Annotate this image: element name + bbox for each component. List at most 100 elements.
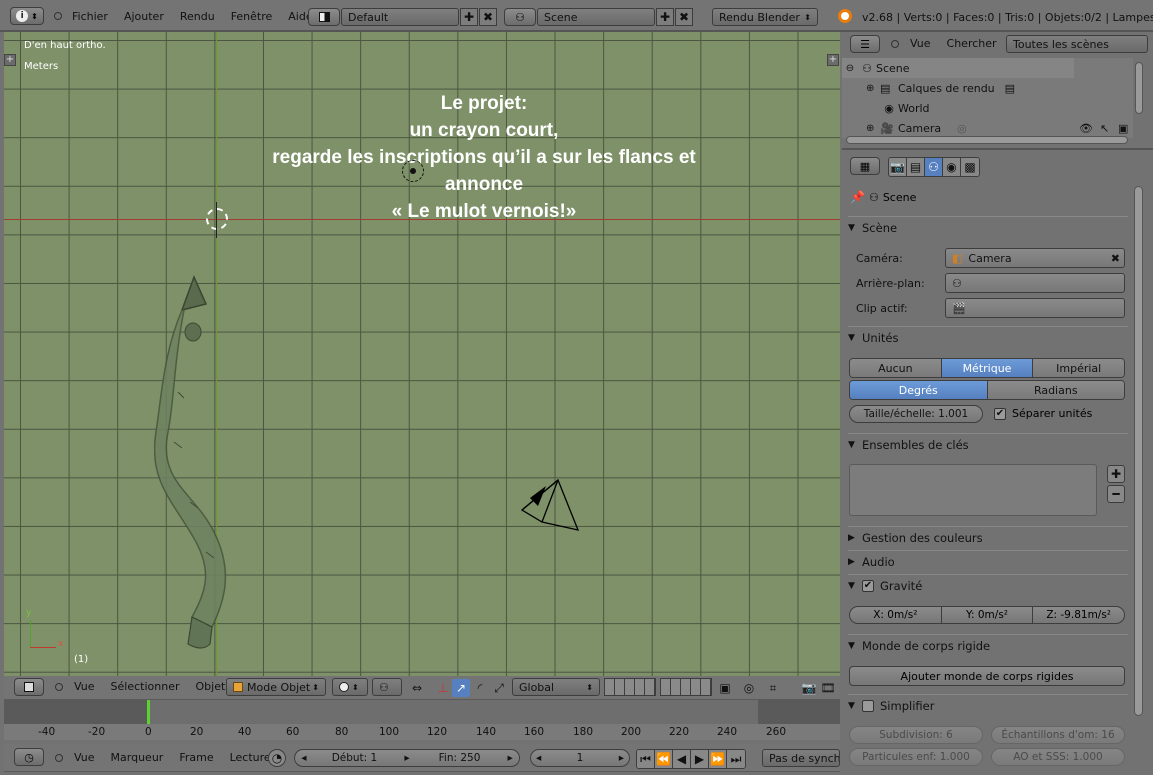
collapse-icon[interactable]: ⊖ [842, 63, 858, 74]
transform-orientation-select[interactable]: Global ⬍ [512, 678, 600, 696]
menu-view[interactable]: Vue [902, 33, 939, 55]
sync-mode-select[interactable]: Pas de synchro [762, 749, 840, 767]
3d-cursor[interactable] [206, 208, 228, 230]
menu-marker[interactable]: Marqueur [103, 747, 172, 769]
unit-system-toggle[interactable]: Aucun Métrique Impérial [849, 358, 1125, 378]
layer-buttons-group-1[interactable] [604, 678, 656, 696]
tree-item-world[interactable]: ◉ World [880, 98, 929, 118]
decrement-icon[interactable]: ◂ [536, 752, 541, 764]
collapse-menus-icon[interactable] [55, 754, 63, 762]
scene-tab-icon[interactable]: ⚇ [925, 158, 943, 176]
panel-header-keying-sets[interactable]: ▼ Ensembles de clés [848, 433, 1128, 455]
render-tab-icon[interactable]: 📷 [889, 158, 907, 176]
gravity-y-field[interactable]: Y: 0m/s² [942, 607, 1034, 623]
menu-window[interactable]: Fenêtre [223, 6, 281, 28]
prev-keyframe-icon[interactable]: ⏪ [655, 750, 673, 768]
preview-range-icon[interactable]: ◔ [268, 749, 286, 767]
close-layout-icon[interactable]: ✖ [479, 8, 497, 26]
rotation-units-toggle[interactable]: Degrés Radians [849, 380, 1125, 400]
background-scene-field[interactable]: ⚇ [945, 273, 1125, 293]
visibility-eye-icon[interactable]: 👁 [1079, 122, 1093, 135]
proportional-edit-icon[interactable]: ◎ [740, 679, 758, 697]
outliner-scrollbar-vertical[interactable] [1135, 62, 1143, 114]
properties-shelf-toggle[interactable]: + [827, 54, 839, 66]
manipulator-toggle-icon[interactable]: ⇔ [408, 679, 426, 697]
translate-manipulator-icon[interactable]: ⊥ [434, 679, 452, 697]
decrement-icon[interactable]: ◂ [295, 752, 313, 764]
unit-scale-field[interactable]: Taille/échelle: 1.001 [849, 405, 983, 423]
menu-select[interactable]: Sélectionner [103, 676, 188, 698]
collapse-menus-icon[interactable] [54, 12, 62, 20]
rotate-manipulator-icon[interactable]: ◜ [471, 679, 489, 697]
selectable-arrow-icon[interactable]: ↖ [1100, 122, 1109, 135]
panel-header-gravity[interactable]: ▼ ✔ Gravité [848, 574, 1128, 596]
camera-field[interactable]: ◧ Camera ✖ [945, 248, 1125, 268]
lamp-object[interactable] [402, 160, 424, 182]
expand-icon[interactable]: ⊕ [866, 83, 880, 94]
tree-item-render-layers[interactable]: ⊕ ▤ Calques de rendu ▤ [866, 78, 1015, 98]
menu-render[interactable]: Rendu [172, 6, 223, 28]
menu-view[interactable]: Vue [66, 676, 103, 698]
outliner-scrollbar-horizontal[interactable] [846, 136, 1128, 144]
camera-object[interactable] [520, 478, 586, 538]
outliner-editor-type-button[interactable]: ☰ [850, 35, 880, 53]
interaction-mode-select[interactable]: Mode Objet ⬍ [226, 678, 326, 696]
clear-icon[interactable]: ✖ [1111, 252, 1120, 265]
tool-shelf-toggle[interactable]: + [4, 54, 16, 66]
timeline-editor[interactable]: -40 -20 0 20 40 60 80 100 120 140 160 18… [4, 700, 840, 740]
unit-none-option[interactable]: Aucun [850, 359, 942, 377]
layout-name-field[interactable]: Default [341, 8, 459, 26]
play-reverse-icon[interactable]: ◀ [673, 750, 691, 768]
next-keyframe-icon[interactable]: ⏩ [709, 750, 727, 768]
add-keying-set-icon[interactable]: ✚ [1107, 465, 1125, 483]
panel-header-units[interactable]: ▼ Unités [848, 326, 1128, 348]
expand-icon[interactable]: ⊕ [866, 123, 880, 134]
pivot-point-select[interactable]: ⚇ [372, 678, 402, 696]
increment-icon[interactable]: ▸ [396, 752, 418, 764]
rotation-radians-option[interactable]: Radians [987, 381, 1124, 399]
menu-add[interactable]: Ajouter [116, 6, 172, 28]
menu-view[interactable]: Vue [66, 747, 103, 769]
timeline-editor-type-button[interactable]: ◷ [14, 748, 44, 766]
add-scene-icon[interactable]: ✚ [656, 8, 674, 26]
separate-units-checkbox[interactable]: ✔ Séparer unités [994, 407, 1092, 420]
current-frame-field[interactable]: ◂ 1 ▸ [530, 749, 630, 767]
menu-search[interactable]: Chercher [939, 33, 1005, 55]
add-rigid-body-world-button[interactable]: Ajouter monde de corps rigides [849, 666, 1125, 686]
scene-selector[interactable]: ⚇ [504, 8, 536, 26]
properties-scrollbar[interactable] [1134, 186, 1143, 716]
pencil-object[interactable] [154, 272, 254, 652]
gravity-x-field[interactable]: X: 0m/s² [850, 607, 942, 623]
viewport-shading-select[interactable]: ⬍ [332, 678, 368, 696]
panel-header-rigid-body-world[interactable]: ▼ Monde de corps rigide [848, 634, 1128, 656]
layer-buttons-group-2[interactable] [660, 678, 712, 696]
renderable-camera-icon[interactable]: ▣ [1118, 122, 1128, 135]
info-editor-button[interactable]: i ⬍ [10, 7, 44, 25]
panel-header-color-management[interactable]: ▶ Gestion des couleurs [848, 526, 1128, 548]
scale-manipulator-icon[interactable]: ⤢ [490, 679, 508, 697]
increment-icon[interactable]: ▸ [501, 752, 519, 764]
increment-icon[interactable]: ▸ [619, 752, 624, 764]
add-layout-icon[interactable]: ✚ [460, 8, 478, 26]
render-engine-select[interactable]: Rendu Blender ⬍ [712, 8, 818, 26]
rotation-degrees-option[interactable]: Degrés [850, 381, 988, 399]
simplify-checkbox[interactable] [862, 699, 874, 712]
world-tab-icon[interactable]: ◉ [943, 158, 961, 176]
close-scene-icon[interactable]: ✖ [675, 8, 693, 26]
remove-keying-set-icon[interactable]: ━ [1107, 485, 1125, 503]
collapse-menus-icon[interactable] [891, 40, 899, 48]
scene-name-field[interactable]: Scene [537, 8, 655, 26]
3d-viewport[interactable]: D'en haut ortho. Meters + + Le projet: u… [4, 32, 840, 676]
menu-frame[interactable]: Frame [171, 747, 221, 769]
render-animation-icon[interactable]: 🎞 [819, 679, 837, 697]
properties-editor-type-button[interactable]: ▦ [850, 157, 880, 175]
unit-imperial-option[interactable]: Impérial [1033, 359, 1124, 377]
layout-selector[interactable] [308, 8, 340, 26]
jump-start-icon[interactable]: ⏮ [637, 750, 655, 768]
render-layers-tab-icon[interactable]: ▤ [907, 158, 925, 176]
menu-file[interactable]: Fichier [64, 6, 116, 28]
jump-end-icon[interactable]: ⏭ [727, 750, 745, 768]
start-frame-field[interactable]: ◂ Début: 1 ▸ Fin: 250 ▸ [294, 749, 520, 767]
snap-toggle-icon[interactable]: ⌗ [764, 679, 782, 697]
pin-icon[interactable]: 📌 [850, 190, 865, 204]
